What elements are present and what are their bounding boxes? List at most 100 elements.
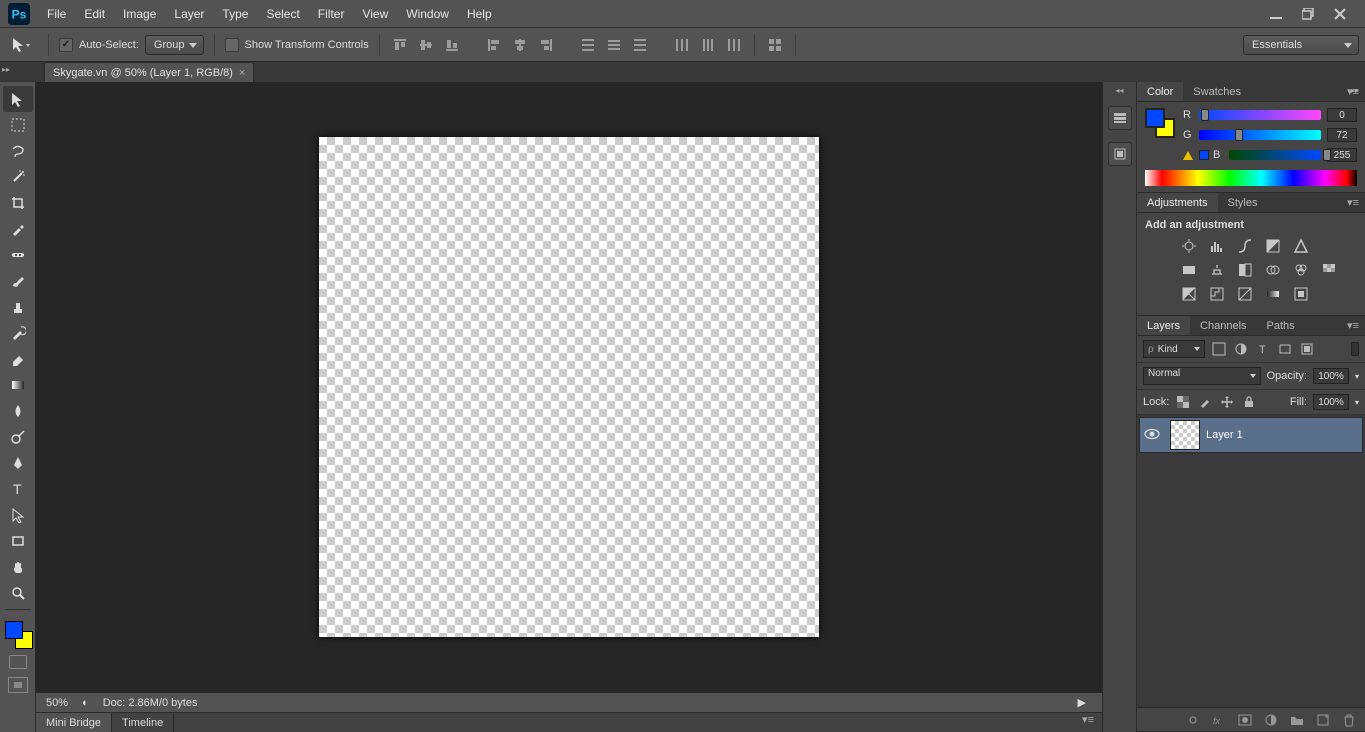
tab-adjustments[interactable]: Adjustments bbox=[1137, 193, 1218, 212]
vibrance-icon[interactable] bbox=[1291, 237, 1311, 255]
dock-history-icon[interactable] bbox=[1108, 106, 1132, 130]
color-balance-icon[interactable] bbox=[1207, 261, 1227, 279]
add-mask-icon[interactable] bbox=[1237, 712, 1253, 728]
foreground-color-swatch[interactable] bbox=[5, 621, 23, 639]
expand-tools-icon[interactable]: ▸▸ bbox=[2, 65, 10, 74]
menu-help[interactable]: Help bbox=[458, 0, 501, 27]
spectrum-ramp[interactable] bbox=[1145, 170, 1357, 186]
filter-type-icon[interactable]: T bbox=[1255, 341, 1271, 357]
active-tool-indicator[interactable] bbox=[6, 34, 38, 56]
bottom-panel-menu-icon[interactable]: ▾≡ bbox=[1074, 713, 1102, 732]
eyedropper-tool[interactable] bbox=[3, 216, 33, 242]
marquee-tool[interactable] bbox=[3, 112, 33, 138]
r-slider[interactable] bbox=[1199, 110, 1321, 120]
align-left-icon[interactable] bbox=[484, 35, 504, 55]
hue-saturation-icon[interactable] bbox=[1179, 261, 1199, 279]
tab-color[interactable]: Color bbox=[1137, 82, 1183, 101]
align-top-icon[interactable] bbox=[390, 35, 410, 55]
panel-fg-swatch[interactable] bbox=[1145, 108, 1165, 128]
filter-adjustment-icon[interactable] bbox=[1233, 341, 1249, 357]
canvas[interactable] bbox=[319, 137, 819, 637]
lock-transparency-icon[interactable] bbox=[1175, 394, 1191, 410]
panel-menu-icon[interactable]: ▾≡ bbox=[1341, 319, 1365, 332]
lock-pixels-icon[interactable] bbox=[1197, 394, 1213, 410]
doc-info-icon[interactable]: ◐ bbox=[82, 697, 89, 709]
crop-tool[interactable] bbox=[3, 190, 33, 216]
blur-tool[interactable] bbox=[3, 398, 33, 424]
distribute-bottom-icon[interactable] bbox=[630, 35, 650, 55]
filter-smartobject-icon[interactable] bbox=[1299, 341, 1315, 357]
menu-edit[interactable]: Edit bbox=[75, 0, 114, 27]
gradient-map-icon[interactable] bbox=[1263, 285, 1283, 303]
zoom-level[interactable]: 50% bbox=[46, 697, 68, 709]
eraser-tool[interactable] bbox=[3, 346, 33, 372]
workspace-dropdown[interactable]: Essentials bbox=[1243, 35, 1359, 55]
filter-shape-icon[interactable] bbox=[1277, 341, 1293, 357]
dock-properties-icon[interactable] bbox=[1108, 142, 1132, 166]
restore-button[interactable] bbox=[1301, 7, 1315, 21]
visibility-toggle-icon[interactable] bbox=[1140, 428, 1164, 443]
new-group-icon[interactable] bbox=[1289, 712, 1305, 728]
g-value[interactable]: 72 bbox=[1327, 128, 1357, 142]
dodge-tool[interactable] bbox=[3, 424, 33, 450]
align-hcenter-icon[interactable] bbox=[510, 35, 530, 55]
gradient-tool[interactable] bbox=[3, 372, 33, 398]
menu-image[interactable]: Image bbox=[114, 0, 165, 27]
zoom-tool[interactable] bbox=[3, 580, 33, 606]
menu-filter[interactable]: Filter bbox=[309, 0, 354, 27]
distribute-vcenter-icon[interactable] bbox=[604, 35, 624, 55]
closest-color-swatch[interactable] bbox=[1199, 150, 1209, 160]
distribute-top-icon[interactable] bbox=[578, 35, 598, 55]
panel-menu-icon[interactable]: ▾≡ bbox=[1341, 196, 1365, 209]
collapse-dock-icon[interactable]: ◂◂ bbox=[1103, 86, 1136, 95]
tab-timeline[interactable]: Timeline bbox=[112, 713, 174, 732]
distribute-hcenter-icon[interactable] bbox=[698, 35, 718, 55]
minimize-button[interactable] bbox=[1269, 7, 1283, 21]
path-selection-tool[interactable] bbox=[3, 502, 33, 528]
auto-select-checkbox[interactable] bbox=[59, 38, 73, 52]
menu-type[interactable]: Type bbox=[213, 0, 257, 27]
r-value[interactable]: 0 bbox=[1327, 108, 1357, 122]
menu-file[interactable]: File bbox=[38, 0, 75, 27]
tab-layers[interactable]: Layers bbox=[1137, 316, 1190, 335]
layer-row[interactable]: Layer 1 bbox=[1139, 417, 1363, 453]
collapse-panels-icon[interactable]: ▸▸ bbox=[1351, 86, 1359, 95]
layer-fx-icon[interactable]: fx bbox=[1211, 712, 1227, 728]
screenmode-toggle[interactable] bbox=[8, 677, 28, 693]
fill-flyout-icon[interactable]: ▾ bbox=[1355, 398, 1359, 407]
blend-mode-dropdown[interactable]: Normal bbox=[1143, 367, 1261, 385]
arrange-grid-icon[interactable] bbox=[765, 35, 785, 55]
lasso-tool[interactable] bbox=[3, 138, 33, 164]
document-tab[interactable]: Skygate.vn @ 50% (Layer 1, RGB/8) × bbox=[44, 62, 254, 82]
magic-wand-tool[interactable] bbox=[3, 164, 33, 190]
black-white-icon[interactable] bbox=[1235, 261, 1255, 279]
brush-tool[interactable] bbox=[3, 268, 33, 294]
clone-stamp-tool[interactable] bbox=[3, 294, 33, 320]
exposure-icon[interactable] bbox=[1263, 237, 1283, 255]
tab-styles[interactable]: Styles bbox=[1218, 193, 1268, 212]
photo-filter-icon[interactable] bbox=[1263, 261, 1283, 279]
gamut-warning-icon[interactable] bbox=[1183, 151, 1193, 160]
filter-toggle-switch[interactable] bbox=[1351, 342, 1359, 356]
layer-name[interactable]: Layer 1 bbox=[1206, 429, 1243, 441]
close-button[interactable] bbox=[1333, 7, 1347, 21]
tab-paths[interactable]: Paths bbox=[1257, 316, 1305, 335]
lock-all-icon[interactable] bbox=[1241, 394, 1257, 410]
posterize-icon[interactable] bbox=[1207, 285, 1227, 303]
layer-filter-kind-dropdown[interactable]: Kind bbox=[1143, 340, 1205, 358]
opacity-flyout-icon[interactable]: ▾ bbox=[1355, 372, 1359, 381]
distribute-left-icon[interactable] bbox=[672, 35, 692, 55]
quickmask-toggle[interactable] bbox=[9, 655, 27, 669]
link-layers-icon[interactable] bbox=[1185, 712, 1201, 728]
threshold-icon[interactable] bbox=[1235, 285, 1255, 303]
layer-thumbnail[interactable] bbox=[1170, 420, 1200, 450]
b-value[interactable]: 255 bbox=[1327, 148, 1357, 162]
selective-color-icon[interactable] bbox=[1291, 285, 1311, 303]
color-swatches[interactable] bbox=[3, 619, 33, 649]
filter-pixel-icon[interactable] bbox=[1211, 341, 1227, 357]
close-tab-icon[interactable]: × bbox=[239, 67, 245, 79]
menu-window[interactable]: Window bbox=[397, 0, 458, 27]
distribute-right-icon[interactable] bbox=[724, 35, 744, 55]
auto-select-target-dropdown[interactable]: Group bbox=[145, 35, 204, 55]
levels-icon[interactable] bbox=[1207, 237, 1227, 255]
